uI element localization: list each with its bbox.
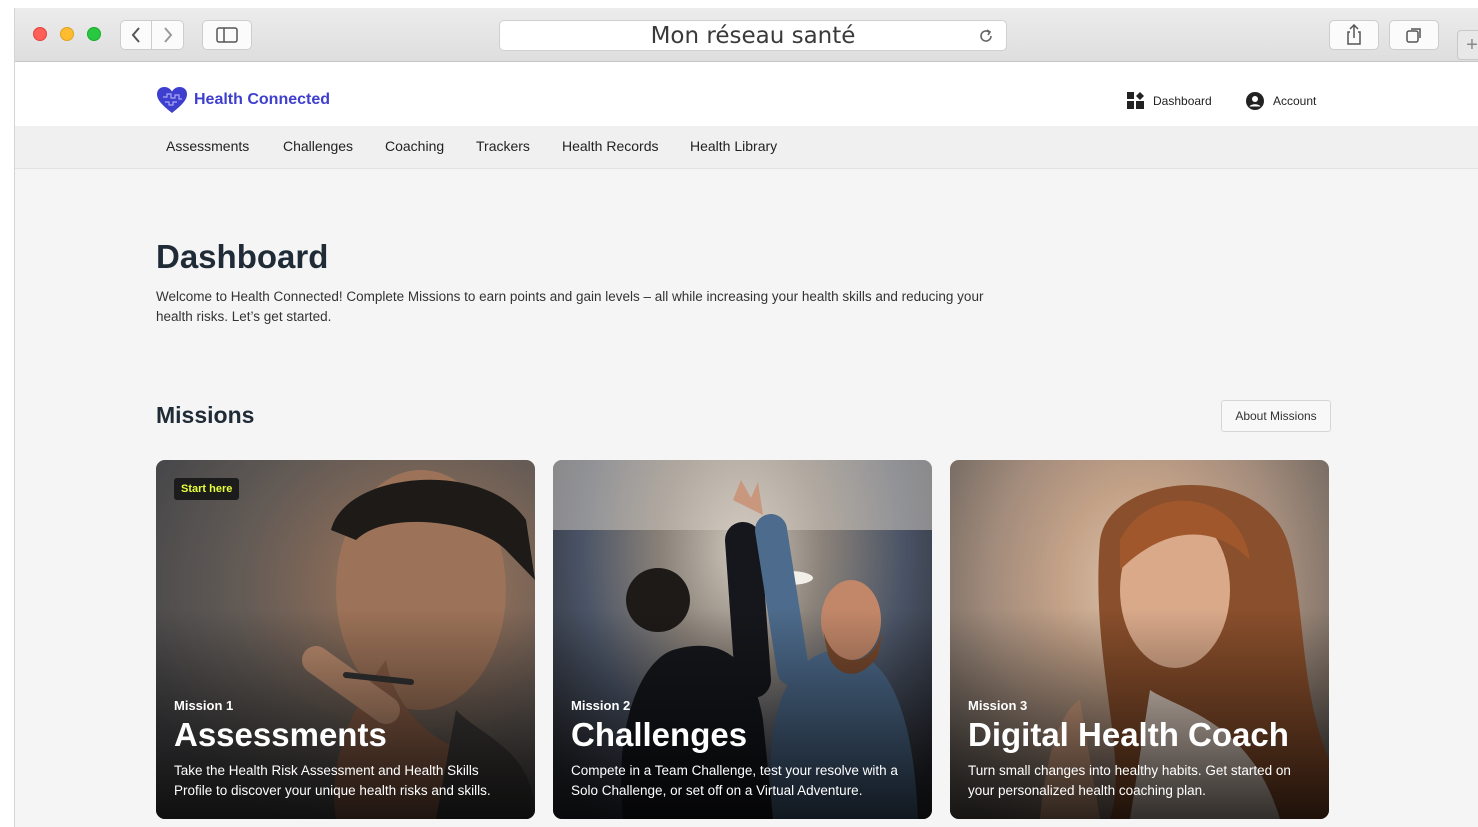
site-header: Health Connected Dashboard Account: [15, 62, 1478, 126]
address-text: Mon réseau santé: [650, 22, 856, 49]
mission-title: Digital Health Coach: [968, 716, 1289, 753]
share-button[interactable]: [1329, 20, 1379, 50]
plus-icon: +: [1466, 33, 1478, 56]
mission-description: Turn small changes into healthy habits. …: [968, 763, 1291, 798]
heart-logo-icon: [157, 87, 187, 113]
chevron-right-icon: [163, 27, 172, 43]
nav-item-coaching[interactable]: Coaching: [385, 138, 444, 154]
browser-window: Mon réseau santé + Health Connected Dash…: [14, 8, 1478, 827]
mission-number: Mission 3: [968, 698, 1028, 713]
mission-card-assessments[interactable]: Start here Mission 1 Assessments Take th…: [156, 460, 535, 819]
mission-description: Compete in a Team Challenge, test your r…: [571, 763, 898, 798]
back-button[interactable]: [120, 20, 152, 50]
minimize-window-button[interactable]: [60, 27, 74, 41]
new-tab-button[interactable]: +: [1457, 30, 1478, 60]
forward-button[interactable]: [152, 20, 184, 50]
mission-title: Challenges: [571, 716, 748, 753]
about-missions-button[interactable]: About Missions: [1221, 400, 1331, 432]
mission-number: Mission 2: [571, 698, 631, 713]
share-icon: [1347, 24, 1361, 45]
header-account-link[interactable]: Account: [1246, 92, 1316, 110]
intro-text: Welcome to Health Connected! Complete Mi…: [156, 289, 984, 324]
brand-logo[interactable]: Health Connected: [156, 86, 330, 114]
account-circle-icon: [1246, 92, 1264, 110]
tabs-icon: [1406, 28, 1421, 43]
browser-toolbar: Mon réseau santé: [15, 8, 1478, 62]
mission-title: Assessments: [174, 716, 387, 753]
mission-card-challenges[interactable]: Mission 2 Challenges Compete in a Team C…: [553, 460, 932, 819]
tab-overview-button[interactable]: [1389, 20, 1439, 50]
sidebar-icon: [216, 27, 238, 43]
close-window-button[interactable]: [33, 27, 47, 41]
zoom-window-button[interactable]: [87, 27, 101, 41]
mission-card-digital-health-coach[interactable]: Mission 3 Digital Health Coach Turn smal…: [950, 460, 1329, 819]
chevron-left-icon: [131, 27, 140, 43]
nav-item-health-records[interactable]: Health Records: [562, 138, 659, 154]
nav-item-challenges[interactable]: Challenges: [283, 138, 353, 154]
mission-number: Mission 1: [174, 698, 234, 713]
dashboard-grid-icon: [1127, 92, 1144, 109]
header-account-label: Account: [1273, 94, 1317, 108]
nav-item-assessments[interactable]: Assessments: [166, 138, 249, 154]
brand-name: Health Connected: [194, 91, 331, 108]
nav-item-health-library[interactable]: Health Library: [690, 138, 777, 154]
reload-icon[interactable]: [974, 24, 998, 48]
address-bar[interactable]: Mon réseau santé: [499, 20, 1007, 51]
mission-description: Take the Health Risk Assessment and Heal…: [174, 763, 491, 798]
nav-item-trackers[interactable]: Trackers: [476, 138, 530, 154]
missions-heading: Missions: [156, 402, 255, 428]
main-nav: Assessments Challenges Coaching Trackers…: [15, 126, 1478, 169]
header-dashboard-label: Dashboard: [1153, 93, 1212, 108]
start-here-badge: Start here: [174, 478, 240, 500]
sidebar-toggle-button[interactable]: [202, 20, 252, 50]
page-title: Dashboard: [156, 238, 329, 275]
header-dashboard-link[interactable]: Dashboard: [1127, 92, 1212, 109]
